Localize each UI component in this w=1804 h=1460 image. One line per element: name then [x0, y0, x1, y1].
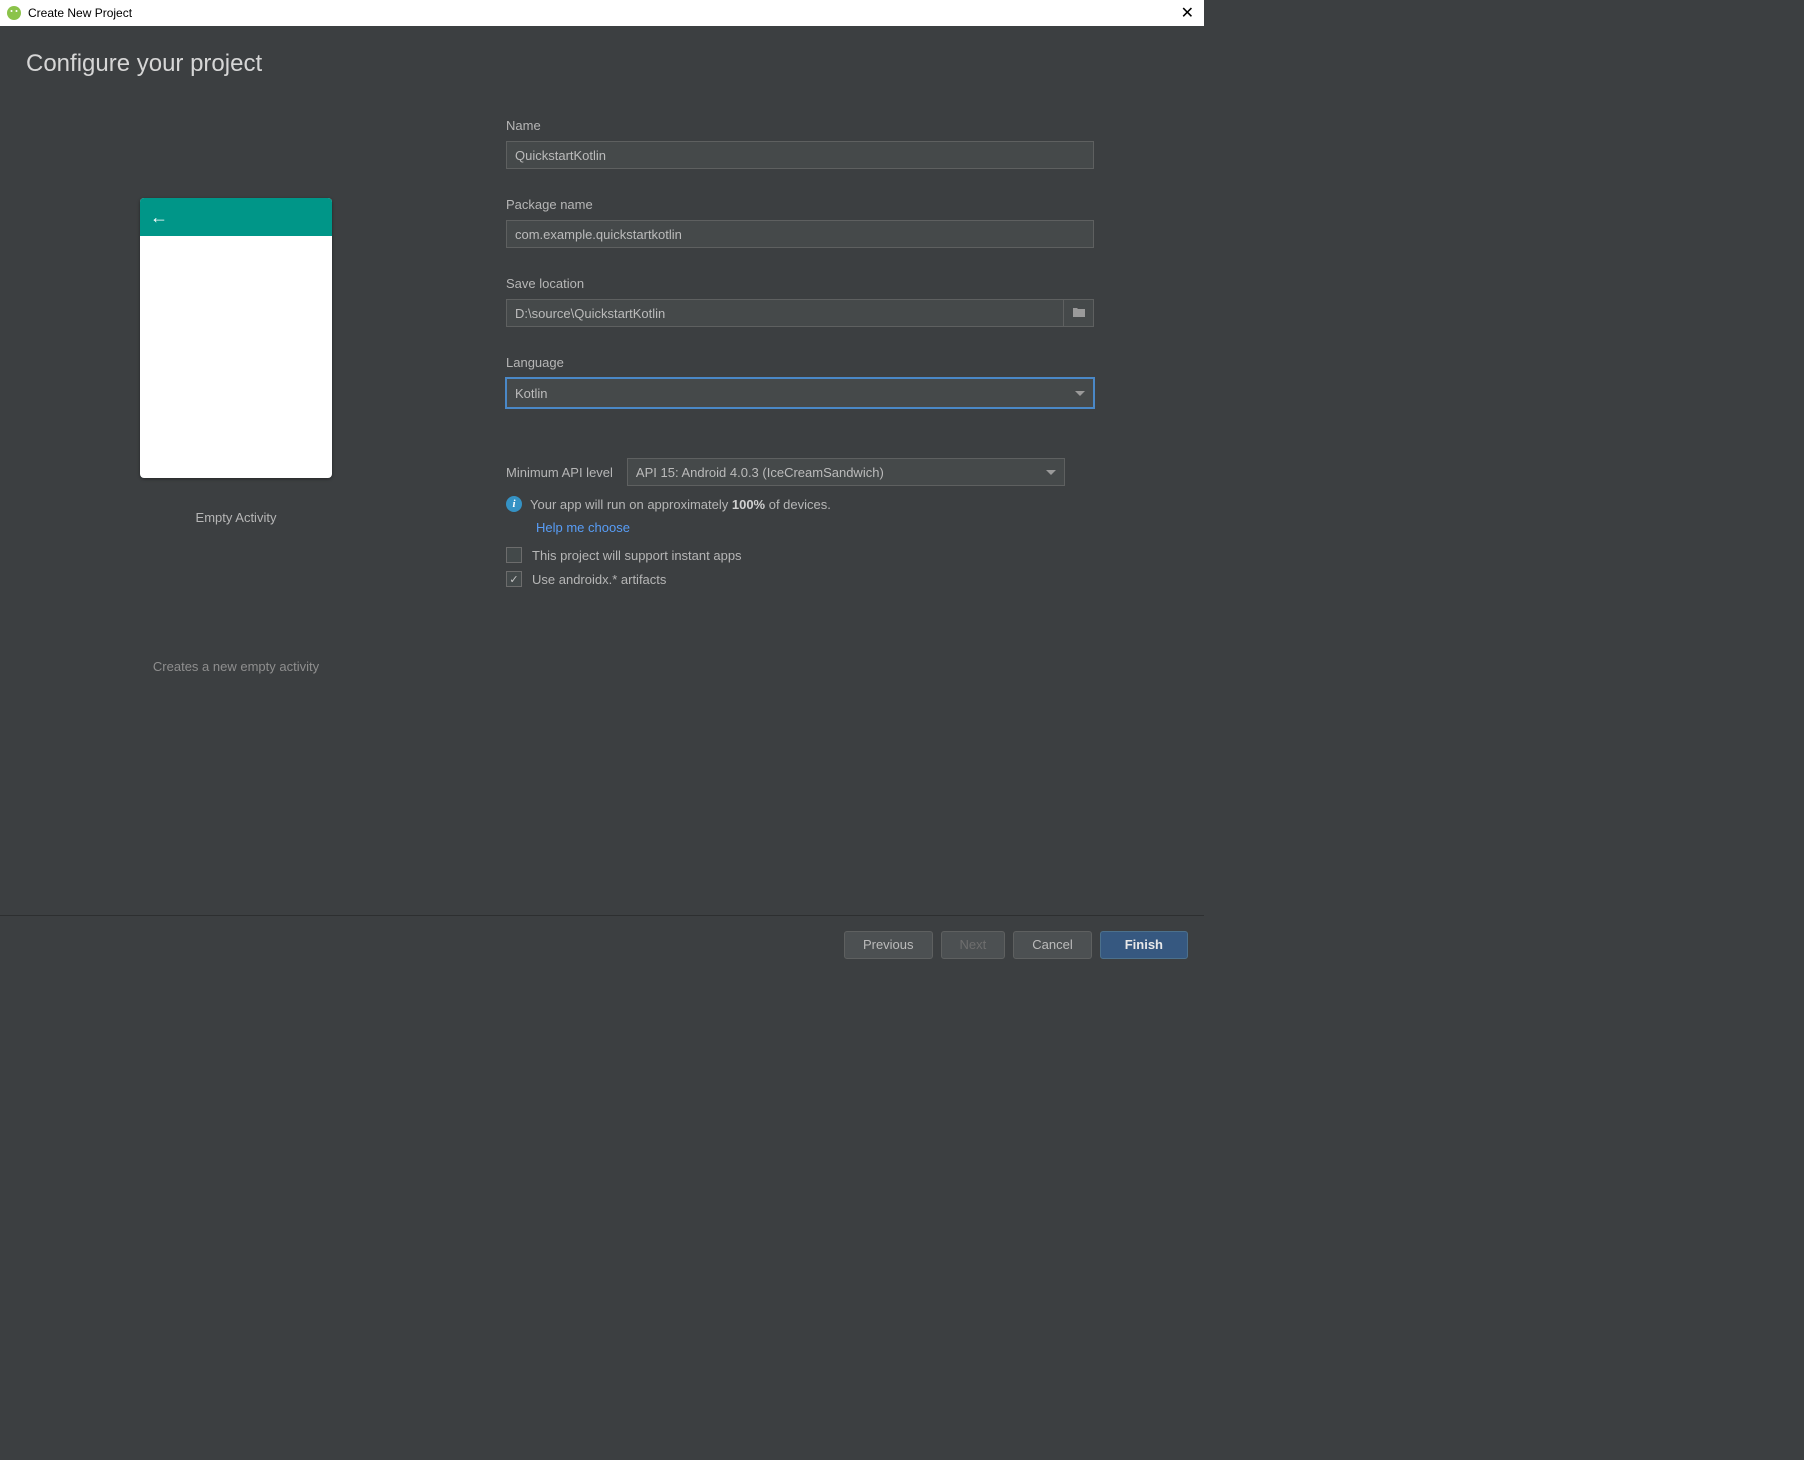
api-level-select[interactable]: API 15: Android 4.0.3 (IceCreamSandwich) [627, 458, 1065, 486]
preview-label: Empty Activity [196, 510, 277, 525]
finish-button[interactable]: Finish [1100, 931, 1188, 959]
title-bar: Create New Project ✕ [0, 0, 1204, 26]
previous-button[interactable]: Previous [844, 931, 933, 959]
androidx-label: Use androidx.* artifacts [532, 572, 666, 587]
help-me-choose-link[interactable]: Help me choose [536, 520, 630, 535]
save-location-input[interactable] [506, 299, 1064, 327]
android-studio-icon [6, 5, 22, 21]
language-value: Kotlin [515, 386, 548, 401]
save-location-label: Save location [506, 276, 1178, 291]
preview-description: Creates a new empty activity [153, 659, 319, 674]
name-label: Name [506, 118, 1178, 133]
name-input[interactable] [506, 141, 1094, 169]
folder-icon [1072, 306, 1086, 321]
chevron-down-icon [1046, 470, 1056, 475]
language-select[interactable]: Kotlin [506, 378, 1094, 408]
device-coverage-text: Your app will run on approximately 100% … [530, 497, 831, 512]
activity-preview: ← [140, 198, 332, 478]
info-icon: i [506, 496, 522, 512]
instant-apps-checkbox[interactable] [506, 547, 522, 563]
api-level-value: API 15: Android 4.0.3 (IceCreamSandwich) [636, 465, 884, 480]
page-title: Configure your project [0, 26, 1204, 78]
footer-bar: Previous Next Cancel Finish [0, 915, 1204, 973]
close-icon[interactable]: ✕ [1177, 3, 1198, 23]
chevron-down-icon [1075, 391, 1085, 396]
cancel-button[interactable]: Cancel [1013, 931, 1091, 959]
language-label: Language [506, 355, 1178, 370]
back-arrow-icon: ← [150, 207, 168, 228]
instant-apps-label: This project will support instant apps [532, 548, 742, 563]
package-name-label: Package name [506, 197, 1178, 212]
browse-folder-button[interactable] [1064, 299, 1094, 327]
next-button: Next [941, 931, 1006, 959]
api-level-label: Minimum API level [506, 465, 613, 480]
androidx-checkbox[interactable]: ✓ [506, 571, 522, 587]
package-name-input[interactable] [506, 220, 1094, 248]
window-title: Create New Project [28, 6, 132, 20]
